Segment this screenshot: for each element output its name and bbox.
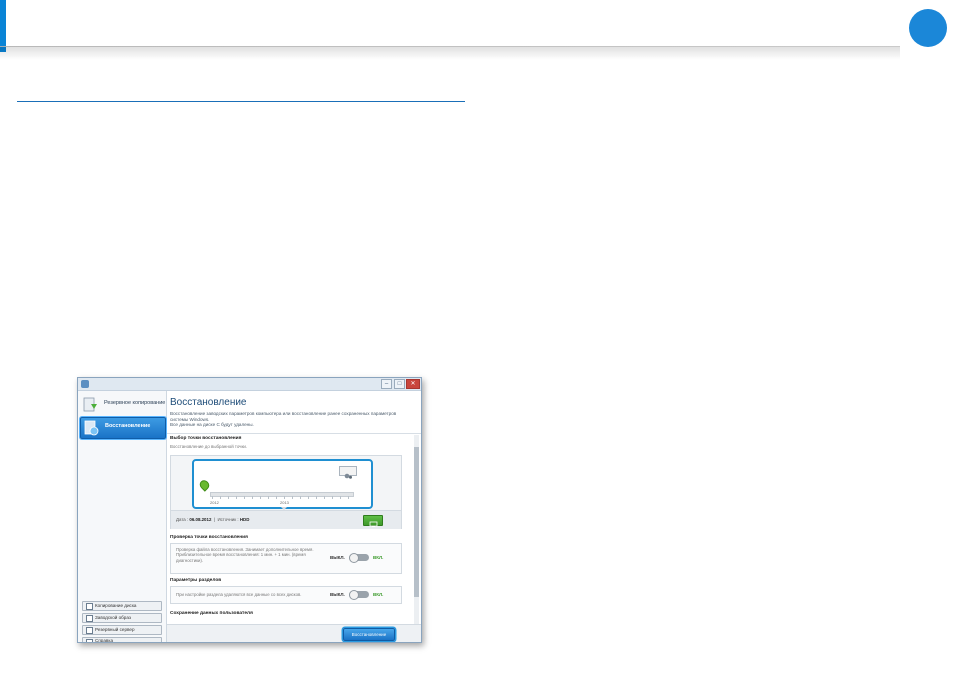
timeline-tick <box>276 496 277 499</box>
timeline-tick <box>348 496 349 499</box>
restore-point-marker[interactable] <box>197 478 212 492</box>
timeline-tick <box>236 496 237 499</box>
source-value: HDD <box>239 517 250 522</box>
verification-option: Проверка файла восстановления. Занимает … <box>170 543 402 574</box>
page-accent-bar <box>0 0 6 52</box>
header-divider <box>0 46 900 47</box>
info-separator: | <box>213 517 215 522</box>
settings-icon <box>344 473 352 479</box>
timeline-tick <box>340 496 341 499</box>
sidebar-item-label: Восстановление <box>105 423 151 429</box>
timeline-tick <box>324 496 325 499</box>
filter-button[interactable] <box>339 466 357 479</box>
tool-label: Заводской образ <box>95 615 131 620</box>
factory-image-icon <box>86 615 93 622</box>
page-chapter-badge <box>909 9 947 47</box>
page-description: Восстановление заводских параметров комп… <box>170 411 410 428</box>
verification-toggle[interactable] <box>349 553 369 563</box>
restore-point-action-button[interactable] <box>363 515 383 527</box>
restore-point-info: Дата : 06.08.2012 | Источник : HDD <box>171 510 401 529</box>
help-button[interactable]: Справка <box>82 637 162 643</box>
sidebar-item-backup[interactable]: Резервное копирование <box>80 395 166 415</box>
disk-copy-button[interactable]: Копирование диска <box>82 601 162 611</box>
page-title: Восстановление <box>170 397 247 408</box>
description-line: Все данные на диске C будут удалены. <box>170 422 254 428</box>
restore-button[interactable]: Восстановление <box>343 628 395 641</box>
computer-icon <box>369 521 378 527</box>
window-titlebar: – □ ✕ <box>78 378 421 391</box>
timeline-tick <box>220 496 221 499</box>
timeline-highlight: 2012 2013 <box>192 459 373 509</box>
sidebar-item-label: Резервное копирование <box>104 400 166 406</box>
app-icon <box>81 380 89 388</box>
factory-image-button[interactable]: Заводской образ <box>82 613 162 623</box>
timeline-tick <box>300 496 301 499</box>
timeline-tick <box>252 496 253 499</box>
toggle-on-label: ВКЛ. <box>373 555 384 560</box>
restore-icon <box>84 420 99 436</box>
scrollbar-thumb[interactable] <box>414 447 419 597</box>
restore-point-title: Выбор точки восстановления <box>170 436 242 441</box>
description-line: Восстановление заводских параметров комп… <box>170 411 397 416</box>
title-divider <box>167 433 421 434</box>
partitions-option: При настройке раздела удаляются все данн… <box>170 586 402 604</box>
restore-point-details: Дата : 06.08.2012 | Источник : HDD <box>176 517 249 522</box>
timeline-tick <box>268 496 269 499</box>
verification-description: Проверка файла восстановления. Занимает … <box>176 547 314 563</box>
timeline-tick <box>332 496 333 499</box>
backup-server-button[interactable]: Резервный сервер <box>82 625 162 635</box>
timeline-tick <box>244 496 245 499</box>
minimize-button[interactable]: – <box>381 379 392 389</box>
tool-label: Резервный сервер <box>95 627 135 632</box>
date-label: Дата : <box>176 517 189 522</box>
verification-title: Проверка точки восстановления <box>170 535 248 540</box>
tool-label: Копирование диска <box>95 603 137 608</box>
restore-point-subtitle: Восстановление до выбранной точки. <box>170 444 248 449</box>
source-label: Источник : <box>217 517 239 522</box>
timeline-tick <box>292 496 293 499</box>
sidebar: Резервное копирование Восстановление Коп… <box>78 391 167 642</box>
timeline-tick <box>308 496 309 499</box>
timeline-year-label: 2012 <box>210 500 219 505</box>
date-value: 06.08.2012 <box>189 517 212 522</box>
action-bar: Восстановление <box>167 624 421 642</box>
disk-copy-icon <box>86 603 93 610</box>
partitions-title: Параметры разделов <box>170 578 222 583</box>
sidebar-item-restore[interactable]: Восстановление <box>80 417 166 439</box>
backup-server-icon <box>86 627 93 634</box>
help-icon <box>86 639 93 642</box>
timeline-tick <box>212 496 213 499</box>
recovery-app-window: – □ ✕ Резервное копирование Восстановлен… <box>77 377 422 643</box>
toggle-on-label: ВКЛ. <box>373 592 384 597</box>
partitions-toggle[interactable] <box>349 590 369 600</box>
main-panel: Восстановление Восстановление заводских … <box>167 391 421 642</box>
restore-point-timeline: 2012 2013 Дата : 06.08.2012 | Источник :… <box>170 455 402 529</box>
timeline-tick <box>284 496 285 499</box>
timeline-year-label: 2013 <box>280 500 289 505</box>
close-button[interactable]: ✕ <box>406 379 420 389</box>
scrollbar[interactable] <box>414 435 419 625</box>
toggle-knob <box>349 590 359 600</box>
backup-icon <box>83 397 97 412</box>
maximize-button[interactable]: □ <box>394 379 405 389</box>
toggle-knob <box>349 553 359 563</box>
timeline-tick <box>228 496 229 499</box>
tool-label: Справка <box>95 638 114 643</box>
header-shadow <box>0 46 900 60</box>
partitions-description: При настройке раздела удаляются все данн… <box>176 592 302 597</box>
toggle-off-label: ВЫКЛ. <box>330 592 345 597</box>
timeline-tick <box>316 496 317 499</box>
toggle-off-label: ВЫКЛ. <box>330 555 345 560</box>
timeline-tick <box>260 496 261 499</box>
user-data-title: Сохранение данных пользователя <box>170 611 253 616</box>
section-divider <box>17 101 465 102</box>
